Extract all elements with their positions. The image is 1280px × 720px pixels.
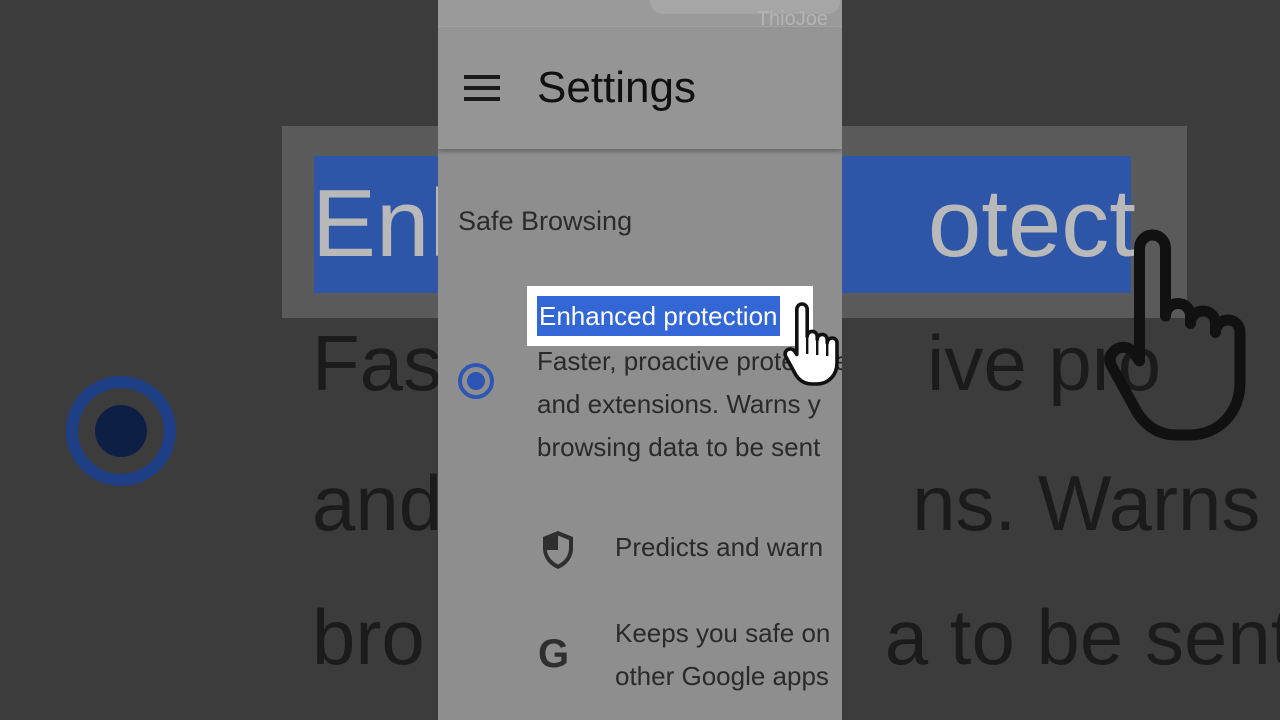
section-title-safe-browsing: Safe Browsing <box>458 206 633 236</box>
option-description-line-2: and extensions. Warns y <box>537 389 821 419</box>
background-desc-fragment: a to be sent <box>884 593 1280 681</box>
shield-icon <box>543 531 573 569</box>
option-title-zoom-box: Enhanced protection <box>527 286 813 346</box>
page-title: Settings <box>537 63 696 112</box>
feature-text-line-1: Keeps you safe on <box>615 618 831 648</box>
option-description-line-3: browsing data to be sent <box>537 432 821 462</box>
status-bar: ThioJoe <box>438 0 842 30</box>
feature-text: Predicts and warn <box>615 532 824 562</box>
background-desc-fragment: Fas <box>312 319 443 407</box>
background-desc-fragment: and <box>312 459 443 547</box>
background-desc-fragment: bro <box>312 593 425 681</box>
option-description-line-1: Faster, proactive protective <box>537 346 842 376</box>
background-hand-cursor-icon <box>1104 229 1246 441</box>
background-radio-icon <box>66 376 176 486</box>
phone-screen: ThioJoe Settings Safe Browsing Enhanced … <box>438 0 842 720</box>
feature-text-line-2: other Google apps <box>615 661 829 691</box>
app-bar: Settings <box>438 27 842 149</box>
google-g-icon: G <box>538 632 570 676</box>
background-desc-fragment: ns. Warns y <box>912 459 1280 547</box>
hamburger-menu-icon[interactable] <box>462 71 502 105</box>
enhanced-protection-label[interactable]: Enhanced protection <box>537 296 780 336</box>
enhanced-protection-radio[interactable] <box>458 363 494 399</box>
